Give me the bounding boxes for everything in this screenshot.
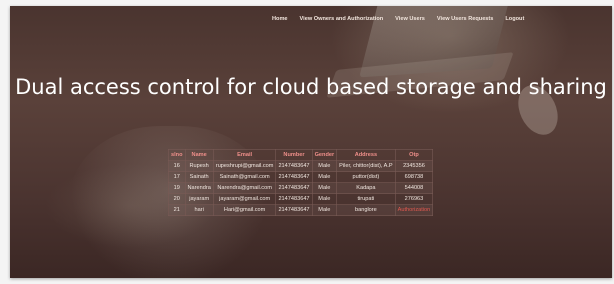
cell-slno: 17 [168,171,186,183]
header-slno: slno [168,149,186,161]
cell-address: Piler, chittor(dist), A.P [336,160,396,172]
user-requests-table: slno Name Email Number Gender Address Ot… [168,149,434,216]
user-requests-table-container: slno Name Email Number Gender Address Ot… [168,149,434,216]
cell-email: jayaram@gmail.com [212,193,277,205]
cell-email: Narendra@gmail.com [212,182,277,194]
top-nav: Home View Owners and Authorization View … [272,16,536,22]
cell-gender: Male [311,193,338,205]
nav-logout-link[interactable]: Logout [505,16,524,22]
cell-gender: Male [311,160,338,172]
header-email: Email [212,149,277,161]
cell-name: Narendra [184,182,214,194]
cell-otp: 2345356 [394,160,434,172]
cell-number: 2147483647 [275,204,313,216]
table-row: 16 Rupesh rupeshrupi@gmail.com 214748364… [168,160,434,172]
cell-name: hari [184,204,214,216]
header-number: Number [275,149,313,161]
table-header-row: slno Name Email Number Gender Address Ot… [168,149,434,161]
cell-slno: 20 [168,193,186,205]
page-title: Dual access control for cloud based stor… [15,75,607,100]
cell-email: Sainath@gmail.com [212,171,277,183]
cell-address: puttor(dist) [336,171,396,183]
cell-gender: Male [311,204,338,216]
cell-address: tirupati [336,193,396,205]
header-name: Name [184,149,214,161]
authorization-link[interactable]: Authorization [394,204,434,216]
cell-slno: 21 [168,204,186,216]
nav-view-user-requests-link[interactable]: View Users Requests [437,16,493,22]
nav-view-users-link[interactable]: View Users [395,16,425,22]
table-row: 19 Narendra Narendra@gmail.com 214748364… [168,182,434,194]
cell-slno: 19 [168,182,186,194]
cell-email: rupeshrupi@gmail.com [212,160,277,172]
cell-address: Kadapa [336,182,396,194]
cell-number: 2147483647 [275,171,313,183]
nav-view-owners-link[interactable]: View Owners and Authorization [300,16,384,22]
cell-slno: 16 [168,160,186,172]
table-row: 17 Sainath Sainath@gmail.com 2147483647 … [168,171,434,183]
cell-number: 2147483647 [275,193,313,205]
cell-otp: 276963 [394,193,434,205]
cell-name: Rupesh [184,160,214,172]
header-address: Address [336,149,396,161]
cell-gender: Male [311,171,338,183]
table-row: 20 jayaram jayaram@gmail.com 2147483647 … [168,193,434,205]
cell-otp: 698738 [394,171,434,183]
table-row: 21 hari Hari@gmail.com 2147483647 Male b… [168,204,434,216]
cell-number: 2147483647 [275,160,313,172]
cell-name: Sainath [184,171,214,183]
page-frame: Home View Owners and Authorization View … [10,6,612,278]
header-otp: Otp [394,149,434,161]
cell-email: Hari@gmail.com [212,204,277,216]
cell-name: jayaram [184,193,214,205]
nav-home-link[interactable]: Home [272,16,288,22]
cell-number: 2147483647 [275,182,313,194]
cell-address: banglore [336,204,396,216]
cell-otp: 544008 [394,182,434,194]
header-gender: Gender [311,149,338,161]
cell-gender: Male [311,182,338,194]
